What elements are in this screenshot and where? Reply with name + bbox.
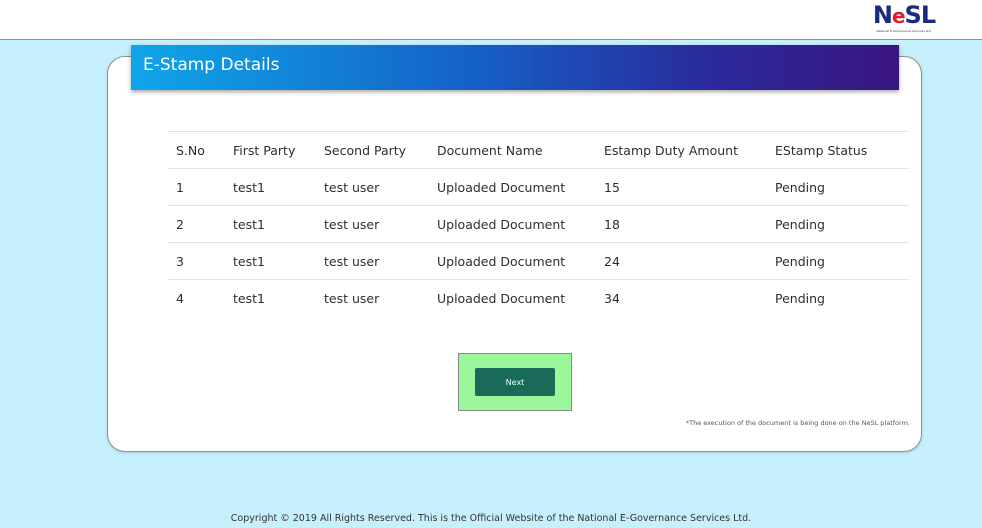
cell-first-party: test1	[225, 279, 316, 317]
cell-sno: 4	[168, 279, 225, 317]
column-header-first-party: First Party	[225, 131, 316, 169]
cell-first-party: test1	[225, 168, 316, 206]
cell-second-party: test user	[316, 242, 429, 280]
cell-document-name: Uploaded Document	[429, 242, 596, 280]
cell-second-party: test user	[316, 205, 429, 243]
logo-wordmark: NeSL	[872, 1, 936, 29]
column-header-second-party: Second Party	[316, 131, 429, 169]
cell-document-name: Uploaded Document	[429, 279, 596, 317]
column-header-sno: S.No	[168, 131, 225, 169]
cell-sno: 2	[168, 205, 225, 243]
nesl-logo[interactable]: NeSL National E-Governance Services Ltd.	[858, 2, 950, 36]
cell-duty-amount: 34	[596, 279, 767, 317]
note-text: The execution of the document is being d…	[689, 419, 910, 427]
footer-copyright: Copyright © 2019 All Rights Reserved. Th…	[230, 513, 752, 524]
platform-note: *The execution of the document is being …	[686, 419, 910, 427]
cell-first-party: test1	[225, 242, 316, 280]
card-title: E-Stamp Details	[143, 55, 280, 75]
cell-duty-amount: 18	[596, 205, 767, 243]
table-row: 1 test1 test user Uploaded Document 15 P…	[168, 168, 909, 206]
cell-duty-amount: 24	[596, 242, 767, 280]
cell-second-party: test user	[316, 279, 429, 317]
cell-first-party: test1	[225, 205, 316, 243]
cell-status: Pending	[767, 205, 909, 243]
cell-sno: 3	[168, 242, 225, 280]
card-header: E-Stamp Details	[131, 45, 899, 90]
top-bar: NeSL National E-Governance Services Ltd.	[0, 0, 982, 40]
column-header-duty-amount: Estamp Duty Amount	[596, 131, 767, 169]
cell-duty-amount: 15	[596, 168, 767, 206]
cell-sno: 1	[168, 168, 225, 206]
column-header-document-name: Document Name	[429, 131, 596, 169]
cell-status: Pending	[767, 242, 909, 280]
cell-status: Pending	[767, 168, 909, 206]
table-row: 4 test1 test user Uploaded Document 34 P…	[168, 279, 909, 317]
cell-status: Pending	[767, 279, 909, 317]
next-button[interactable]: Next	[475, 368, 555, 396]
cell-document-name: Uploaded Document	[429, 205, 596, 243]
estamp-table: S.No First Party Second Party Document N…	[168, 131, 909, 317]
cell-document-name: Uploaded Document	[429, 168, 596, 206]
table-row: 2 test1 test user Uploaded Document 18 P…	[168, 205, 909, 243]
table-header-row: S.No First Party Second Party Document N…	[168, 131, 909, 169]
column-header-status: EStamp Status	[767, 131, 909, 169]
logo-subtitle: National E-Governance Services Ltd.	[876, 29, 932, 33]
table-row: 3 test1 test user Uploaded Document 24 P…	[168, 242, 909, 280]
cell-second-party: test user	[316, 168, 429, 206]
